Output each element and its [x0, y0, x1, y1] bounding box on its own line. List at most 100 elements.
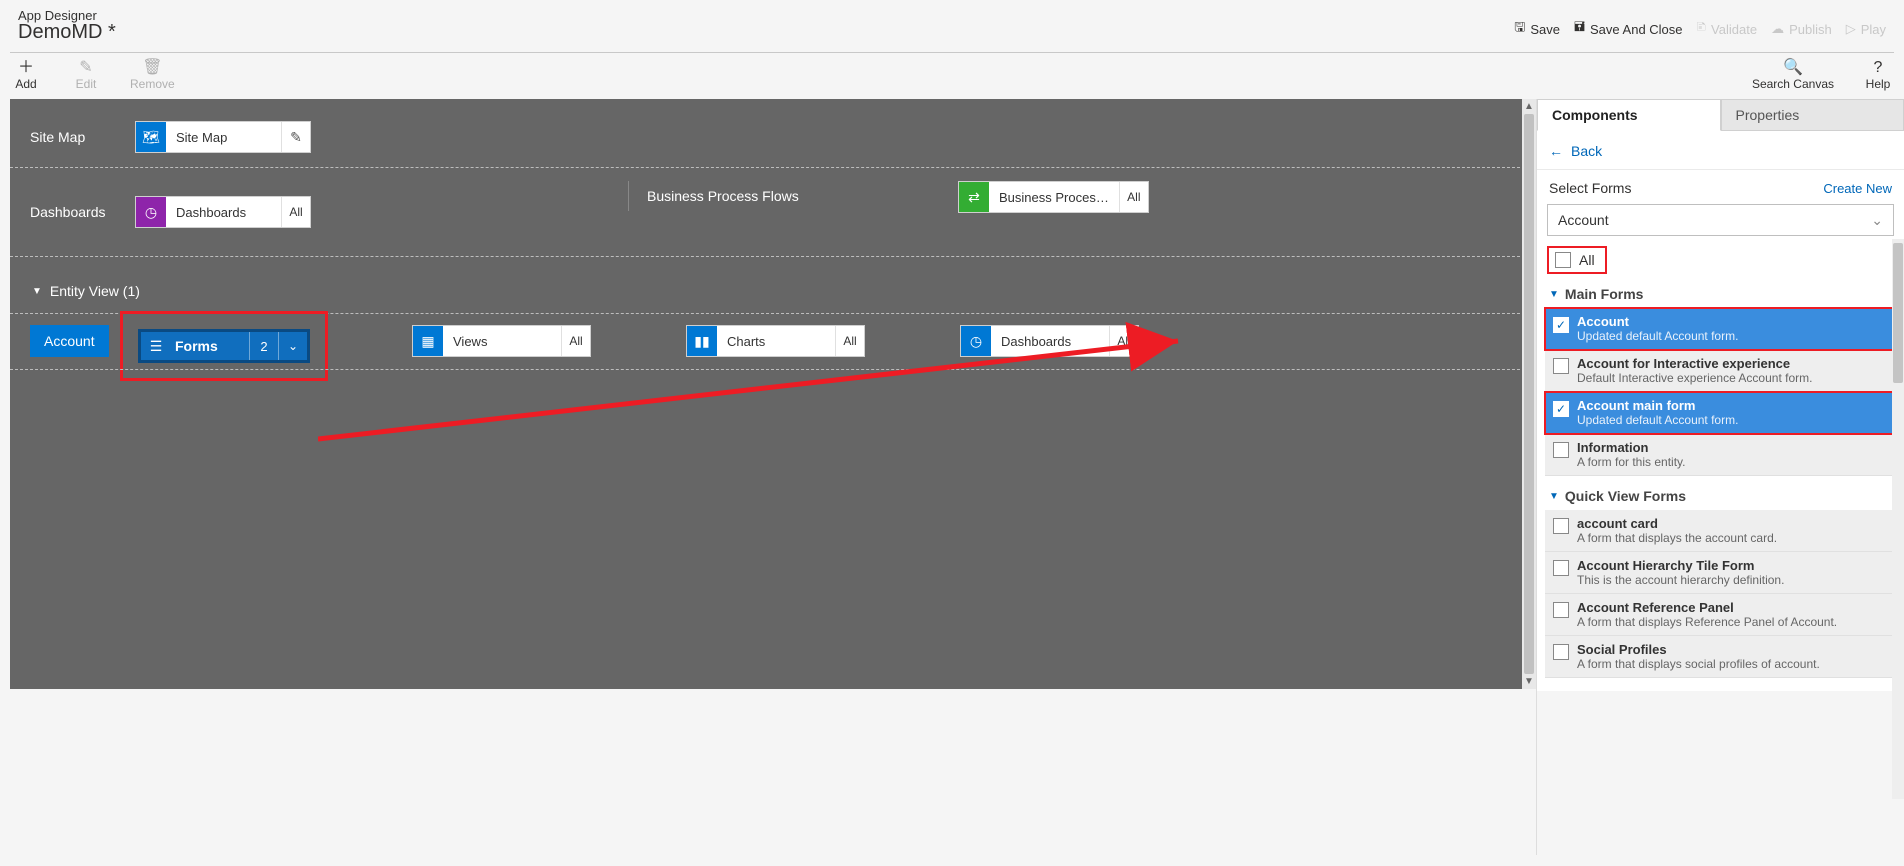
group-header[interactable]: ▼Quick Create Forms: [1537, 686, 1904, 691]
bpf-badge: All: [1119, 182, 1148, 212]
checkbox[interactable]: [1553, 560, 1569, 576]
form-item[interactable]: InformationA form for this entity.: [1545, 434, 1896, 476]
panel-tabs: Components Properties: [1537, 99, 1904, 131]
group-list: account cardA form that displays the acc…: [1545, 510, 1896, 678]
bpf-label: Business Process Flows: [647, 188, 799, 204]
arrow-left-icon: ←: [1549, 143, 1563, 159]
create-new-link[interactable]: Create New: [1823, 181, 1892, 196]
checkbox[interactable]: [1553, 644, 1569, 660]
map-icon: 🗺: [136, 122, 166, 152]
workspace: Site Map 🗺 Site Map ✎ Dashboards ◷ Dashb…: [0, 99, 1904, 855]
form-item-title: Social Profiles: [1577, 642, 1820, 657]
charts-tile[interactable]: ▮▮ Charts All: [686, 325, 865, 357]
panel-body: ← Back Select Forms Create New Account ⌄…: [1537, 131, 1904, 691]
form-item[interactable]: account cardA form that displays the acc…: [1545, 510, 1896, 552]
all-label: All: [1579, 252, 1595, 268]
all-checkbox[interactable]: [1555, 252, 1571, 268]
entity-row: Account ☰ Forms 2 ⌄ ▦ Views All: [10, 311, 1530, 371]
app-title: DemoMD *: [18, 21, 116, 44]
dashboards-subtile[interactable]: ◷ Dashboards All: [960, 325, 1139, 357]
canvas-wrap: Site Map 🗺 Site Map ✎ Dashboards ◷ Dashb…: [0, 99, 1536, 855]
form-item[interactable]: Account Hierarchy Tile FormThis is the a…: [1545, 552, 1896, 594]
canvas-scrollbar[interactable]: ▲ ▼: [1522, 99, 1536, 689]
row-sitemap: Site Map 🗺 Site Map ✎: [10, 99, 1530, 168]
help-button[interactable]: ? Help: [1862, 59, 1894, 91]
annotation-highlight-forms: ☰ Forms 2 ⌄: [120, 311, 328, 381]
dashboards-badge: All: [281, 197, 310, 227]
chevron-down-icon: ▼: [1549, 491, 1559, 502]
bpf-tile[interactable]: ⇄ Business Proces… All: [958, 181, 1149, 213]
search-canvas-button[interactable]: 🔍 Search Canvas: [1752, 59, 1834, 91]
scrollbar-thumb[interactable]: [1524, 114, 1534, 674]
views-tile[interactable]: ▦ Views All: [412, 325, 591, 357]
play-button: ▷ Play: [1846, 21, 1886, 37]
form-item-title: Account Reference Panel: [1577, 600, 1837, 615]
chevron-down-icon[interactable]: ⌄: [278, 332, 307, 360]
publish-button: ☁ Publish: [1771, 21, 1832, 37]
group-header[interactable]: ▼Quick View Forms: [1537, 484, 1904, 508]
design-canvas[interactable]: Site Map 🗺 Site Map ✎ Dashboards ◷ Dashb…: [10, 99, 1530, 689]
publish-icon: ☁: [1771, 21, 1784, 37]
remove-button: 🗑 Remove: [130, 59, 175, 91]
edit-button: ✎ Edit: [70, 59, 102, 91]
form-item-desc: Updated default Account form.: [1577, 413, 1738, 427]
checkbox[interactable]: ✓: [1553, 401, 1569, 417]
form-item-desc: Default Interactive experience Account f…: [1577, 371, 1812, 385]
save-and-close-button[interactable]: 🖬 Save And Close: [1574, 18, 1683, 40]
form-item-title: Account for Interactive experience: [1577, 356, 1812, 371]
checkbox[interactable]: [1553, 602, 1569, 618]
entity-dropdown[interactable]: Account ⌄: [1547, 204, 1894, 236]
save-close-icon: 🖬: [1574, 18, 1585, 40]
panel-scrollbar[interactable]: [1892, 239, 1904, 799]
form-item[interactable]: Account Reference PanelA form that displ…: [1545, 594, 1896, 636]
form-item-desc: A form that displays Reference Panel of …: [1577, 615, 1837, 629]
checkbox[interactable]: [1553, 518, 1569, 534]
chevron-down-icon: ⌄: [1871, 212, 1883, 229]
sitemap-tile[interactable]: 🗺 Site Map ✎: [135, 121, 311, 153]
app-header: App Designer DemoMD * 🖫 Save 🖬 Save And …: [0, 0, 1904, 48]
search-icon: 🔍: [1783, 59, 1803, 77]
group-header[interactable]: ▼Main Forms: [1537, 282, 1904, 306]
chevron-down-icon: ▼: [32, 286, 42, 297]
pencil-icon: ✎: [79, 59, 92, 77]
scroll-up-icon[interactable]: ▲: [1524, 101, 1534, 112]
form-item[interactable]: ✓ AccountUpdated default Account form.: [1545, 308, 1896, 350]
form-item[interactable]: ✓ Account main formUpdated default Accoun…: [1545, 392, 1896, 434]
back-link[interactable]: ← Back: [1537, 139, 1904, 170]
form-item-desc: This is the account hierarchy definition…: [1577, 573, 1784, 587]
form-item-title: Account Hierarchy Tile Form: [1577, 558, 1784, 573]
plus-icon: ＋: [18, 59, 34, 77]
form-item[interactable]: Account for Interactive experienceDefaul…: [1545, 350, 1896, 392]
scrollbar-thumb[interactable]: [1893, 243, 1903, 383]
form-item-title: Account: [1577, 314, 1738, 329]
save-icon: 🖫: [1514, 18, 1525, 40]
dashboards-tile[interactable]: ◷ Dashboards All: [135, 196, 311, 228]
vertical-separator: [628, 181, 629, 211]
form-item[interactable]: Social ProfilesA form that displays soci…: [1545, 636, 1896, 678]
play-icon: ▷: [1846, 21, 1856, 37]
sitemap-edit-icon[interactable]: ✎: [281, 122, 310, 152]
add-button[interactable]: ＋ Add: [10, 59, 42, 91]
grid-icon: ▦: [413, 326, 443, 356]
bpf-tile-wrap: ⇄ Business Proces… All: [958, 165, 1153, 213]
validate-button: 🗈 Validate: [1697, 18, 1758, 40]
form-item-desc: Updated default Account form.: [1577, 329, 1738, 343]
forms-list: ▼Main Forms✓AccountUpdated default Accou…: [1537, 282, 1904, 691]
tab-properties[interactable]: Properties: [1721, 99, 1904, 131]
form-icon: ☰: [141, 332, 171, 360]
checkbox[interactable]: [1553, 442, 1569, 458]
chart-icon: ▮▮: [687, 326, 717, 356]
checkbox[interactable]: [1553, 358, 1569, 374]
forms-tile[interactable]: ☰ Forms 2 ⌄: [138, 329, 310, 363]
form-item-title: Account main form: [1577, 398, 1738, 413]
entity-account-button[interactable]: Account: [30, 325, 109, 357]
checkbox[interactable]: ✓: [1553, 317, 1569, 333]
entity-view-header[interactable]: ▼ Entity View (1): [10, 257, 1530, 311]
save-button[interactable]: 🖫 Save: [1514, 18, 1560, 40]
select-forms-label: Select Forms: [1549, 180, 1631, 196]
forms-count: 2: [249, 332, 278, 360]
form-item-desc: A form for this entity.: [1577, 455, 1685, 469]
tab-components[interactable]: Components: [1537, 99, 1721, 131]
dashboards-label: Dashboards: [30, 204, 135, 220]
scroll-down-icon[interactable]: ▼: [1524, 676, 1534, 687]
